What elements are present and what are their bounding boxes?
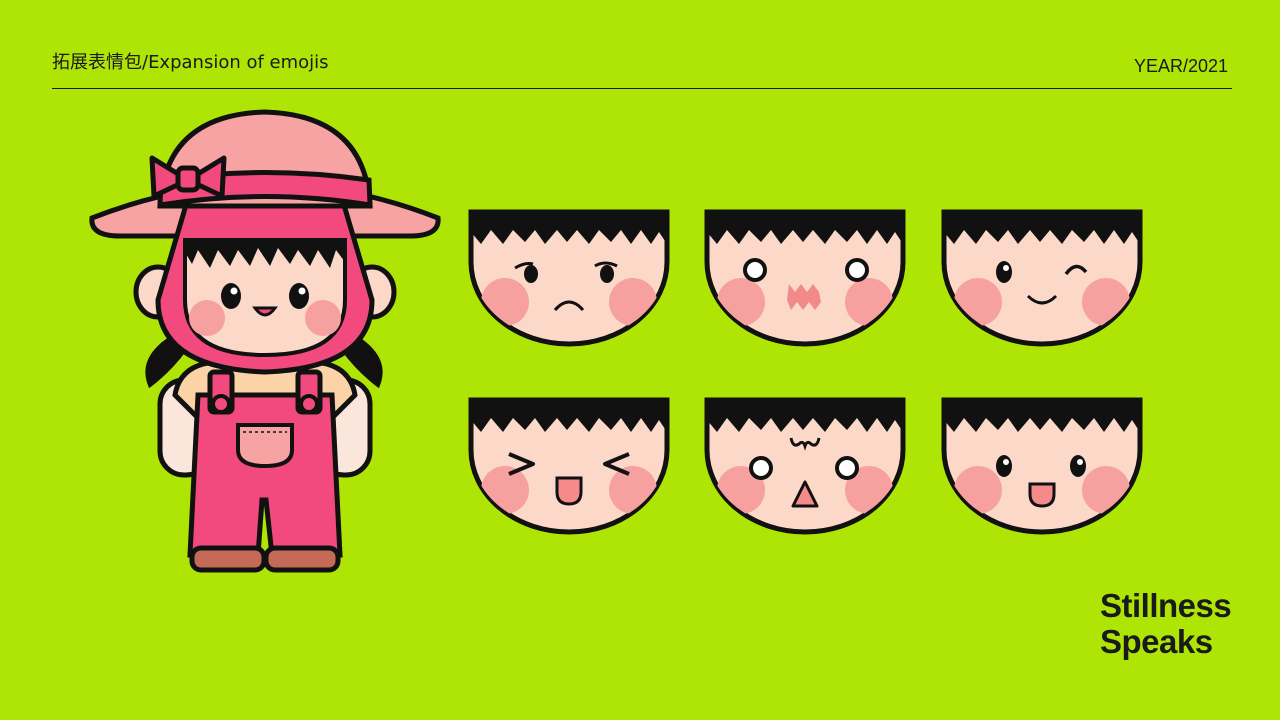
illustration-canvas	[89, 109, 1143, 573]
emoji-face-skeptical	[468, 209, 670, 347]
page: 拓展表情包/Expansion of emojis YEAR/2021 Stil…	[0, 0, 1280, 720]
bow-knot	[175, 165, 201, 193]
brand-line-1: Stillness	[1100, 587, 1232, 624]
emoji-face-surprised	[704, 209, 906, 347]
overalls	[187, 392, 343, 558]
overalls-pocket	[236, 423, 294, 469]
right-eye	[289, 283, 309, 309]
left-eye	[221, 283, 241, 309]
left-cheek	[189, 300, 225, 336]
right-cheek	[305, 300, 341, 336]
left-strap-button	[211, 394, 231, 414]
emoji-face-happy	[941, 397, 1143, 535]
right-shoe	[263, 545, 341, 573]
brand-line-2: Speaks	[1100, 623, 1213, 660]
left-shoe	[189, 545, 267, 573]
brand-logo-text: Stillness Speaks	[1100, 587, 1232, 660]
emoji-face-laughing	[468, 397, 670, 535]
emoji-face-shocked	[704, 397, 906, 535]
right-strap-button	[299, 394, 319, 414]
emoji-face-wink	[941, 209, 1143, 347]
character-illustration	[89, 109, 441, 573]
